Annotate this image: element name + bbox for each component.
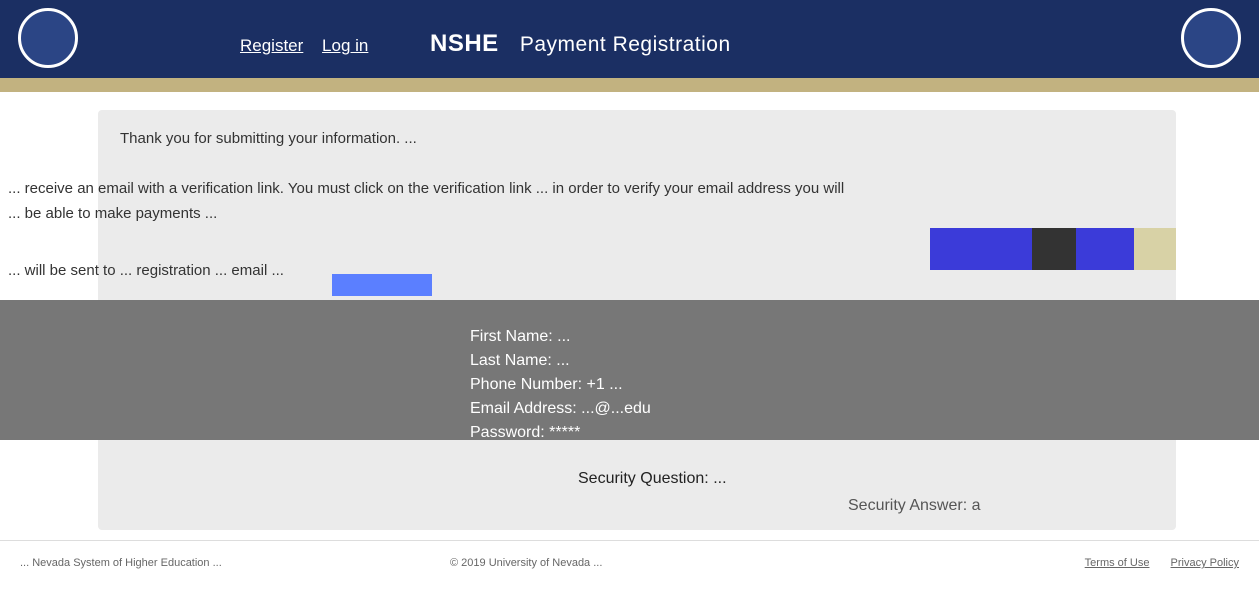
blue-button[interactable] (1076, 228, 1134, 270)
brand-logo: NSHE (430, 30, 499, 57)
security-answer-value: a (971, 497, 981, 514)
register-link[interactable]: Register (240, 36, 303, 55)
password-value: ***** (549, 424, 581, 441)
confirmation-message: Thank you for submitting your informatio… (120, 128, 1154, 150)
terms-link[interactable]: Terms of Use (1085, 557, 1150, 569)
email-value: ...@...edu (581, 400, 651, 417)
message-line: ... receive an email with a verification… (8, 180, 845, 197)
security-question-label: Security Question: (578, 470, 709, 487)
first-name-row: First Name: ... (470, 325, 651, 349)
security-question-value: ... (713, 470, 727, 487)
phone-value: +1 ... (586, 376, 623, 393)
footer-links: Terms of Use Privacy Policy (1067, 557, 1239, 569)
email-label: Email Address: (470, 400, 577, 417)
dark-button[interactable] (1032, 228, 1076, 270)
email-row: Email Address: ...@...edu (470, 397, 651, 421)
page-title: Payment Registration (519, 33, 731, 56)
security-question-row: Security Question: ... (578, 470, 727, 488)
last-name-label: Last Name: (470, 352, 552, 369)
footer-left: ... Nevada System of Higher Education ..… (20, 557, 222, 569)
login-link[interactable]: Log in (322, 36, 368, 55)
privacy-link[interactable]: Privacy Policy (1171, 557, 1239, 569)
password-row: Password: ***** (470, 421, 651, 445)
phone-row: Phone Number: +1 ... (470, 373, 651, 397)
first-name-value: ... (557, 328, 571, 345)
security-answer-row: Security Answer: a (848, 497, 981, 515)
blue-accent (332, 274, 432, 296)
message-line: ... be able to make payments ... (8, 205, 218, 222)
footer-copyright: © 2019 University of Nevada ... (450, 557, 603, 569)
registration-details: First Name: ... Last Name: ... Phone Num… (470, 325, 651, 445)
message-line: Thank you for submitting your informatio… (120, 130, 417, 147)
tan-button[interactable] (1134, 228, 1176, 270)
blue-button[interactable] (930, 228, 1032, 270)
last-name-value: ... (556, 352, 570, 369)
header-bar: Register Log in NSHE Payment Registratio… (0, 0, 1259, 92)
message-block: ... receive an email with a verification… (0, 152, 1259, 222)
security-answer-label: Security Answer: (848, 497, 968, 514)
brand: NSHE Payment Registration (430, 30, 731, 58)
footer: ... Nevada System of Higher Education ..… (0, 540, 1259, 593)
message-line: ... will be sent to ... registration ...… (8, 262, 284, 279)
university-seal-icon (18, 8, 78, 68)
phone-label: Phone Number: (470, 376, 583, 393)
last-name-row: Last Name: ... (470, 349, 651, 373)
password-label: Password: (470, 424, 545, 441)
gold-rule (0, 78, 1259, 92)
header-nav: Register Log in (240, 36, 382, 56)
first-name-label: First Name: (470, 328, 553, 345)
nshe-seal-icon (1181, 8, 1241, 68)
